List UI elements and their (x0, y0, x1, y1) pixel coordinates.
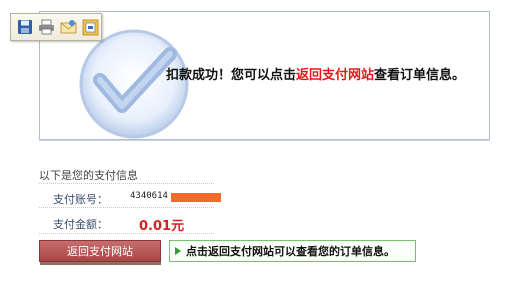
amount-label: 支付金额： (53, 218, 108, 231)
button-shadow (40, 262, 161, 265)
mail-icon (60, 20, 77, 34)
return-site-button[interactable]: 返回支付网站 (39, 240, 161, 262)
export-icon (82, 19, 99, 35)
panel-divider (39, 140, 490, 141)
payment-result-page: 扣款成功！您可以点击返回支付网站查看订单信息。 以下是您的支付信息 支付账号： … (0, 0, 515, 289)
payment-info-title: 以下是您的支付信息 (39, 169, 138, 182)
success-message-prefix: 扣款成功！您可以点击 (166, 68, 297, 83)
account-value: 4340614 (130, 191, 168, 201)
export-button[interactable] (81, 18, 100, 37)
tip-text: 点击返回支付网站可以查看您的订单信息。 (186, 245, 395, 258)
mail-button[interactable] (59, 18, 78, 37)
row-divider (39, 207, 214, 208)
print-icon (39, 19, 54, 35)
success-message: 扣款成功！您可以点击返回支付网站查看订单信息。 (166, 64, 465, 83)
tip-box: 点击返回支付网站可以查看您的订单信息。 (169, 240, 416, 262)
arrow-right-icon (175, 247, 181, 255)
row-divider (39, 183, 214, 184)
return-site-link[interactable]: 返回支付网站 (296, 68, 374, 83)
save-button[interactable] (15, 18, 34, 37)
redaction-bar (171, 193, 221, 202)
success-check-icon (79, 29, 189, 139)
row-divider (39, 233, 214, 234)
print-button[interactable] (37, 18, 56, 37)
amount-value: 0.01元 (139, 219, 185, 234)
floating-toolbar (10, 13, 102, 41)
account-label: 支付账号： (53, 193, 108, 206)
success-panel: 扣款成功！您可以点击返回支付网站查看订单信息。 (39, 11, 490, 140)
success-message-suffix: 查看订单信息。 (374, 68, 466, 83)
save-icon (17, 20, 32, 34)
